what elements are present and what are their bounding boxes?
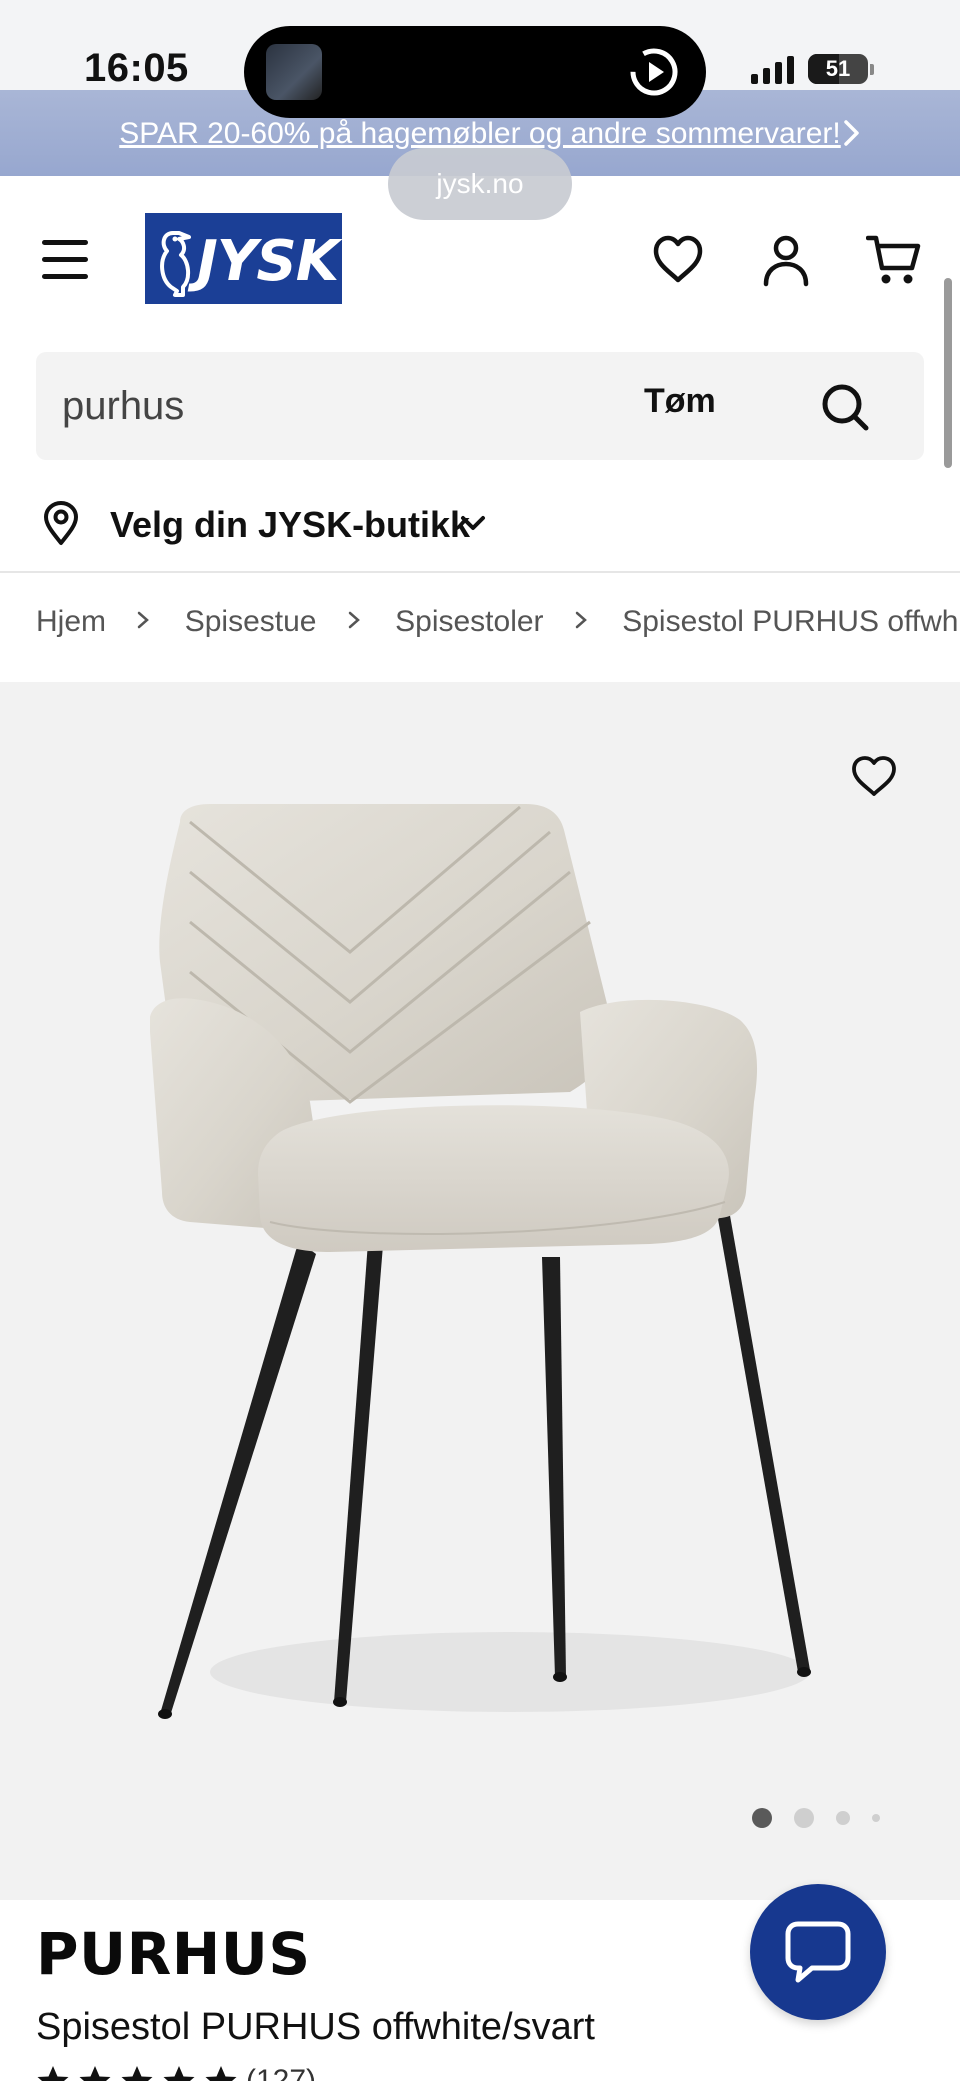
star-icon [205,2066,237,2081]
hamburger-line [42,257,88,262]
star-icon [79,2066,111,2081]
gallery-dot[interactable] [794,1808,814,1828]
product-description: Spisestol PURHUS offwhite/svart [36,2006,595,2048]
header-divider [0,571,960,573]
star-icon [37,2066,69,2081]
breadcrumb: Hjem Spisestue Spisestoler Spisestol PUR… [36,604,960,648]
battery-icon: 51 [808,54,868,84]
screen-record-icon [630,48,678,96]
chevron-right-icon [575,611,587,629]
menu-button[interactable] [42,240,88,280]
store-selector[interactable]: Velg din JYSK-butikk [0,478,960,572]
chevron-right-icon[interactable] [840,118,864,148]
chat-bubble-icon [785,1921,851,1983]
wishlist-heart-icon[interactable] [650,232,706,288]
search-bar: Tøm [36,352,924,460]
chevron-right-icon [348,611,360,629]
battery-level: 51 [825,56,851,81]
star-icon [121,2066,153,2081]
dynamic-island[interactable] [244,26,706,118]
chevron-down-icon [461,516,485,530]
cellular-signal-icon [751,54,794,84]
gallery-dot[interactable] [872,1814,880,1822]
cart-icon[interactable] [866,232,922,288]
breadcrumb-link[interactable]: Spisestue [185,605,317,639]
browser-url-pill[interactable]: jysk.no [388,148,572,220]
account-icon[interactable] [758,232,814,288]
product-image-chair [150,804,811,1719]
search-input[interactable] [62,352,622,460]
logo-text: JYSK [197,229,339,294]
status-time: 16:05 [84,46,189,90]
page-scrollbar[interactable] [944,278,952,468]
breadcrumb-link[interactable]: Spisestoler [395,605,543,639]
jysk-logo[interactable]: JYSK [145,213,342,304]
now-playing-artwork [266,44,322,100]
gallery-pagination [752,1808,880,1828]
gallery-dot-active[interactable] [752,1808,772,1828]
search-icon[interactable] [820,382,870,432]
product-title: PURHUS [36,1920,311,1988]
hamburger-line [42,274,88,279]
add-to-wishlist-heart-icon[interactable] [850,754,898,798]
battery-cap [870,63,874,75]
gallery-dot[interactable] [836,1811,850,1825]
chat-button[interactable] [750,1884,886,2020]
promo-link[interactable]: SPAR 20-60% på hagemøbler og andre somme… [119,117,840,151]
star-icon [163,2066,195,2081]
location-pin-icon [44,501,78,545]
breadcrumb-link[interactable]: Hjem [36,605,106,639]
product-rating[interactable]: (127) [36,2064,316,2081]
status-indicators: 51 [751,54,874,84]
chevron-right-icon [138,611,150,629]
review-count[interactable]: (127) [246,2064,316,2081]
clear-search-button[interactable]: Tøm [644,382,716,421]
breadcrumb-current: Spisestol PURHUS offwhite/ [622,605,960,639]
product-image-gallery[interactable] [0,682,960,1900]
store-selector-label: Velg din JYSK-butikk [110,504,471,545]
hamburger-line [42,240,88,245]
